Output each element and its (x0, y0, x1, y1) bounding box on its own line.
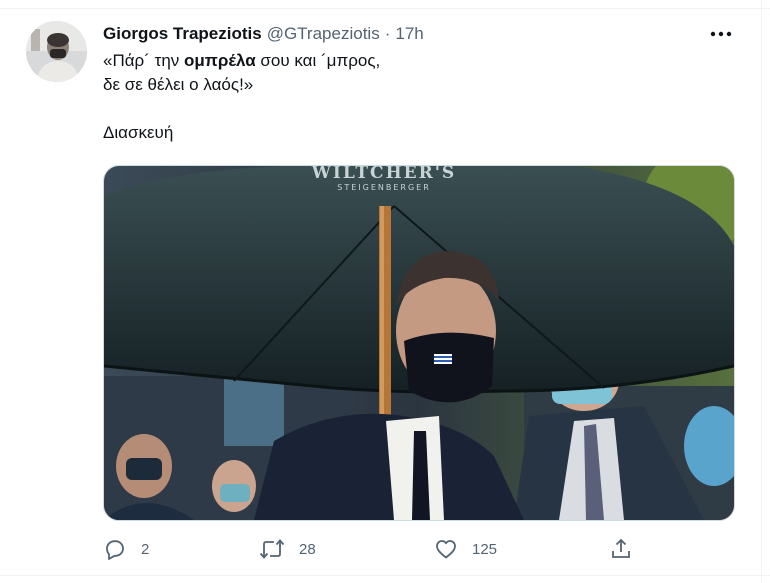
top-divider (0, 0, 770, 9)
avatar[interactable] (26, 21, 87, 82)
more-horizontal-icon (710, 31, 732, 37)
heart-icon (436, 540, 456, 559)
tweet-text-line-1: «Πάρ´ την ομπρέλα σου και ´μπρος, (103, 49, 703, 73)
retweet-count: 28 (299, 540, 316, 558)
umbrella-brand-text: WILTCHER'S (311, 166, 456, 183)
reply-icon (106, 540, 124, 560)
share-icon (612, 538, 630, 558)
tweet-text-line-2: δε σε θέλει ο λαός!» (103, 75, 254, 94)
like-button[interactable]: 125 (434, 536, 497, 562)
right-divider (761, 0, 770, 582)
tweet-actions: 2 28 125 (103, 536, 663, 562)
text-segment: σου και ´μπρος, (255, 51, 381, 70)
tweet-text-line-3: Διασκευή (103, 123, 174, 142)
separator-dot: · (384, 24, 391, 43)
tweet-photo[interactable]: WILTCHER'S STEIGENBERGER (103, 165, 735, 521)
reply-button[interactable]: 2 (103, 536, 149, 562)
retweet-icon (259, 539, 285, 559)
author-handle[interactable]: @GTrapeziotis (267, 24, 380, 44)
umbrella-subbrand-text: STEIGENBERGER (337, 183, 431, 192)
reply-count: 2 (141, 540, 150, 558)
text-segment: «Πάρ´ την (103, 51, 185, 70)
text-bold-segment: ομπρέλα (184, 51, 256, 70)
share-button[interactable] (609, 536, 633, 562)
more-button[interactable] (704, 20, 738, 48)
like-count: 125 (472, 540, 498, 558)
author-name[interactable]: Giorgos Trapeziotis (103, 24, 262, 44)
tweet-header: Giorgos Trapeziotis @GTrapeziotis · 17h (103, 22, 424, 46)
tweet-text: «Πάρ´ την ομπρέλα σου και ´μπρος, δε σε … (103, 49, 703, 145)
retweet-button[interactable]: 28 (259, 536, 316, 562)
tweet-timestamp[interactable]: 17h (395, 24, 423, 44)
